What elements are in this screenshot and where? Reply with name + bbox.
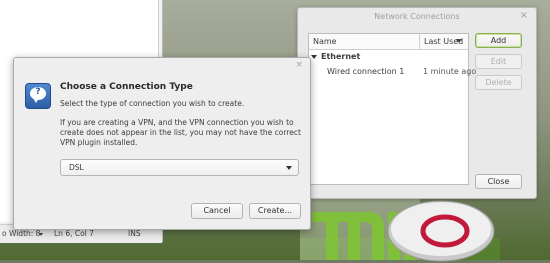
connection-name[interactable]: Wired connection 1 xyxy=(327,67,404,76)
network-connections-window: Network Connections × Name Last Used Eth… xyxy=(297,7,537,199)
edit-button[interactable]: Edit xyxy=(475,54,522,69)
choose-connection-type-dialog: × ? Choose a Connection Type Select the … xyxy=(13,57,311,230)
dialog-vpn-note: If you are creating a VPN, and the VPN c… xyxy=(60,118,301,147)
list-header: Name Last Used xyxy=(309,34,468,50)
dialog-subtitle: Select the type of connection you wish t… xyxy=(60,99,245,108)
connection-last-used: 1 minute ago xyxy=(423,67,477,76)
selected-connection-type: DSL xyxy=(69,163,84,172)
dropdown-arrow-icon xyxy=(286,166,292,170)
dialog-heading: Choose a Connection Type xyxy=(60,82,193,92)
dialog-close-icon[interactable]: × xyxy=(295,60,303,70)
expander-down-icon[interactable] xyxy=(311,54,317,59)
delete-button[interactable]: Delete xyxy=(475,75,522,90)
debian-disc-graphic xyxy=(387,200,495,262)
insert-mode: INS xyxy=(128,229,141,238)
group-ethernet[interactable]: Ethernet xyxy=(311,52,360,61)
window-title: Network Connections xyxy=(374,12,460,21)
connections-list: Name Last Used Ethernet Wired connection… xyxy=(308,33,476,185)
group-label: Ethernet xyxy=(321,52,361,61)
cursor-position: Ln 6, Col 7 xyxy=(54,229,94,238)
connection-type-select[interactable]: DSL xyxy=(60,159,299,176)
tab-width-selector[interactable]: o Width: 8 xyxy=(2,229,40,238)
sort-descending-icon xyxy=(456,39,462,43)
question-bubble-icon: ? xyxy=(25,83,51,109)
tab-width-dropdown-icon xyxy=(39,233,43,236)
close-button[interactable]: Close xyxy=(475,174,522,189)
add-button[interactable]: Add xyxy=(475,33,522,48)
column-name[interactable]: Name xyxy=(313,37,337,46)
close-icon[interactable]: × xyxy=(520,10,528,21)
cancel-button[interactable]: Cancel xyxy=(191,203,243,219)
create-button[interactable]: Create... xyxy=(249,203,301,219)
